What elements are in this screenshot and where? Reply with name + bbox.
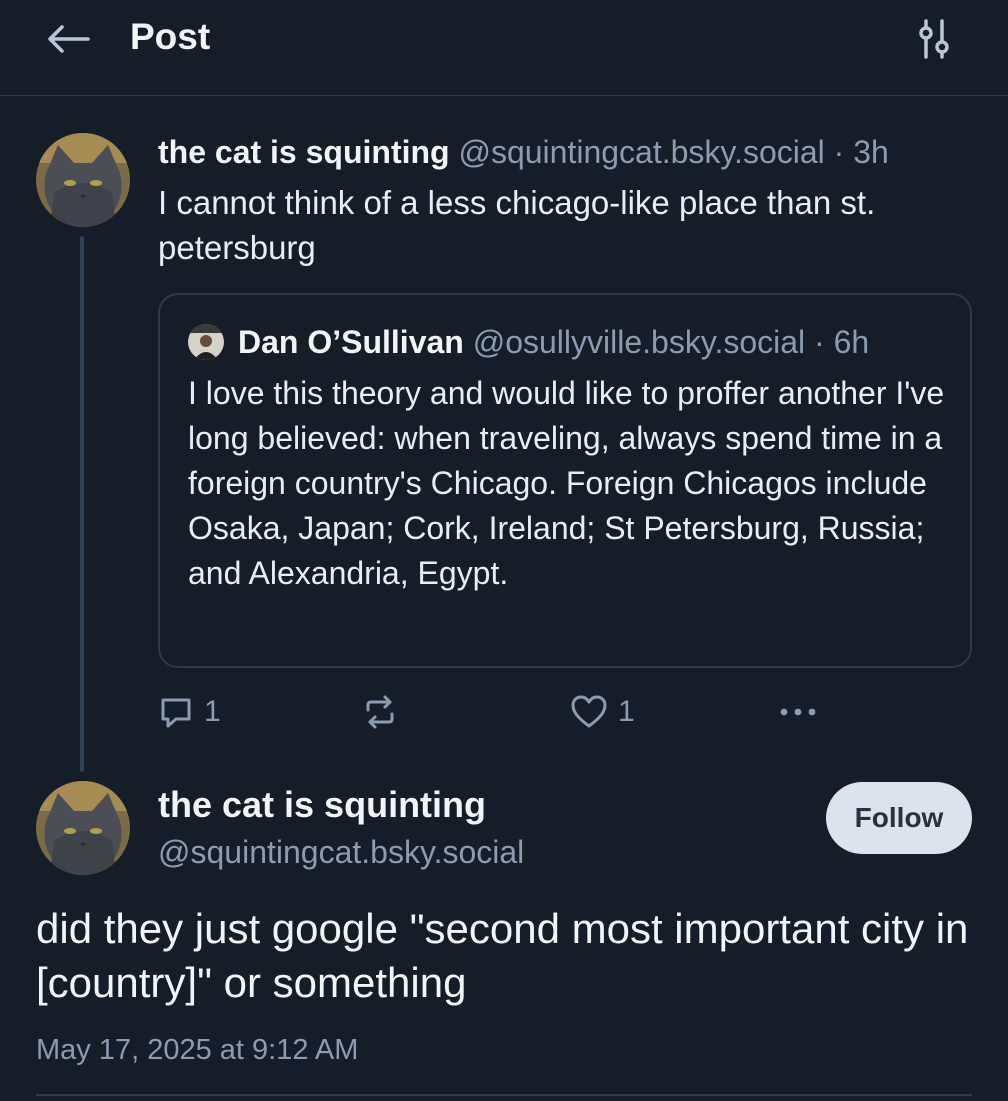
parent-post-header: the cat is squinting @squintingcat.bsky.… xyxy=(158,130,889,174)
more-options-button[interactable] xyxy=(776,690,820,734)
reply-icon xyxy=(161,698,191,728)
post-time[interactable]: 3h xyxy=(853,134,889,170)
divider xyxy=(36,1094,972,1096)
follow-button[interactable]: Follow xyxy=(826,782,972,854)
top-bar: Post xyxy=(0,0,1008,96)
separator-dot: · xyxy=(833,134,845,170)
author-handle[interactable]: @squintingcat.bsky.social xyxy=(158,830,524,874)
post-timestamp: May 17, 2025 at 9:12 AM xyxy=(36,1034,359,1066)
cat-avatar-image xyxy=(36,133,130,227)
parent-post-text: I cannot think of a less chicago-like pl… xyxy=(158,184,876,266)
quoted-post-card[interactable]: Dan O’Sullivan @osullyville.bsky.social … xyxy=(158,293,972,668)
reply-count: 1 xyxy=(204,695,221,728)
avatar[interactable] xyxy=(36,133,130,227)
cat-avatar-image xyxy=(36,781,130,875)
author-name[interactable]: the cat is squinting xyxy=(158,134,450,170)
separator-dot: · xyxy=(814,324,825,360)
repost-button[interactable] xyxy=(362,690,408,734)
quote-text: I love this theory and would like to pro… xyxy=(188,375,945,591)
quote-author-handle: @osullyville.bsky.social xyxy=(472,324,806,360)
post-action-bar: 1 1 xyxy=(158,690,978,734)
back-button[interactable] xyxy=(38,14,98,64)
more-options-icon xyxy=(780,708,816,716)
sliders-icon xyxy=(919,19,949,59)
thread-connector xyxy=(80,236,84,772)
like-count: 1 xyxy=(618,695,635,728)
avatar[interactable] xyxy=(36,781,130,875)
author-name[interactable]: the cat is squinting xyxy=(158,782,486,828)
thread-settings-button[interactable] xyxy=(906,14,962,64)
arrow-left-icon xyxy=(48,25,90,53)
repost-icon xyxy=(366,695,394,729)
post-text: did they just google "second most import… xyxy=(36,905,969,1006)
like-button[interactable]: 1 xyxy=(570,690,635,734)
quote-author-name: Dan O’Sullivan xyxy=(238,324,464,360)
quote-time: 6h xyxy=(833,324,870,360)
author-handle[interactable]: @squintingcat.bsky.social xyxy=(458,134,824,170)
person-avatar-image xyxy=(188,324,224,360)
heart-icon xyxy=(571,695,607,728)
reply-button[interactable]: 1 xyxy=(158,690,221,734)
quote-avatar xyxy=(188,324,224,360)
page-title: Post xyxy=(130,16,211,57)
quote-header: Dan O’Sullivan @osullyville.bsky.social … xyxy=(238,320,869,364)
